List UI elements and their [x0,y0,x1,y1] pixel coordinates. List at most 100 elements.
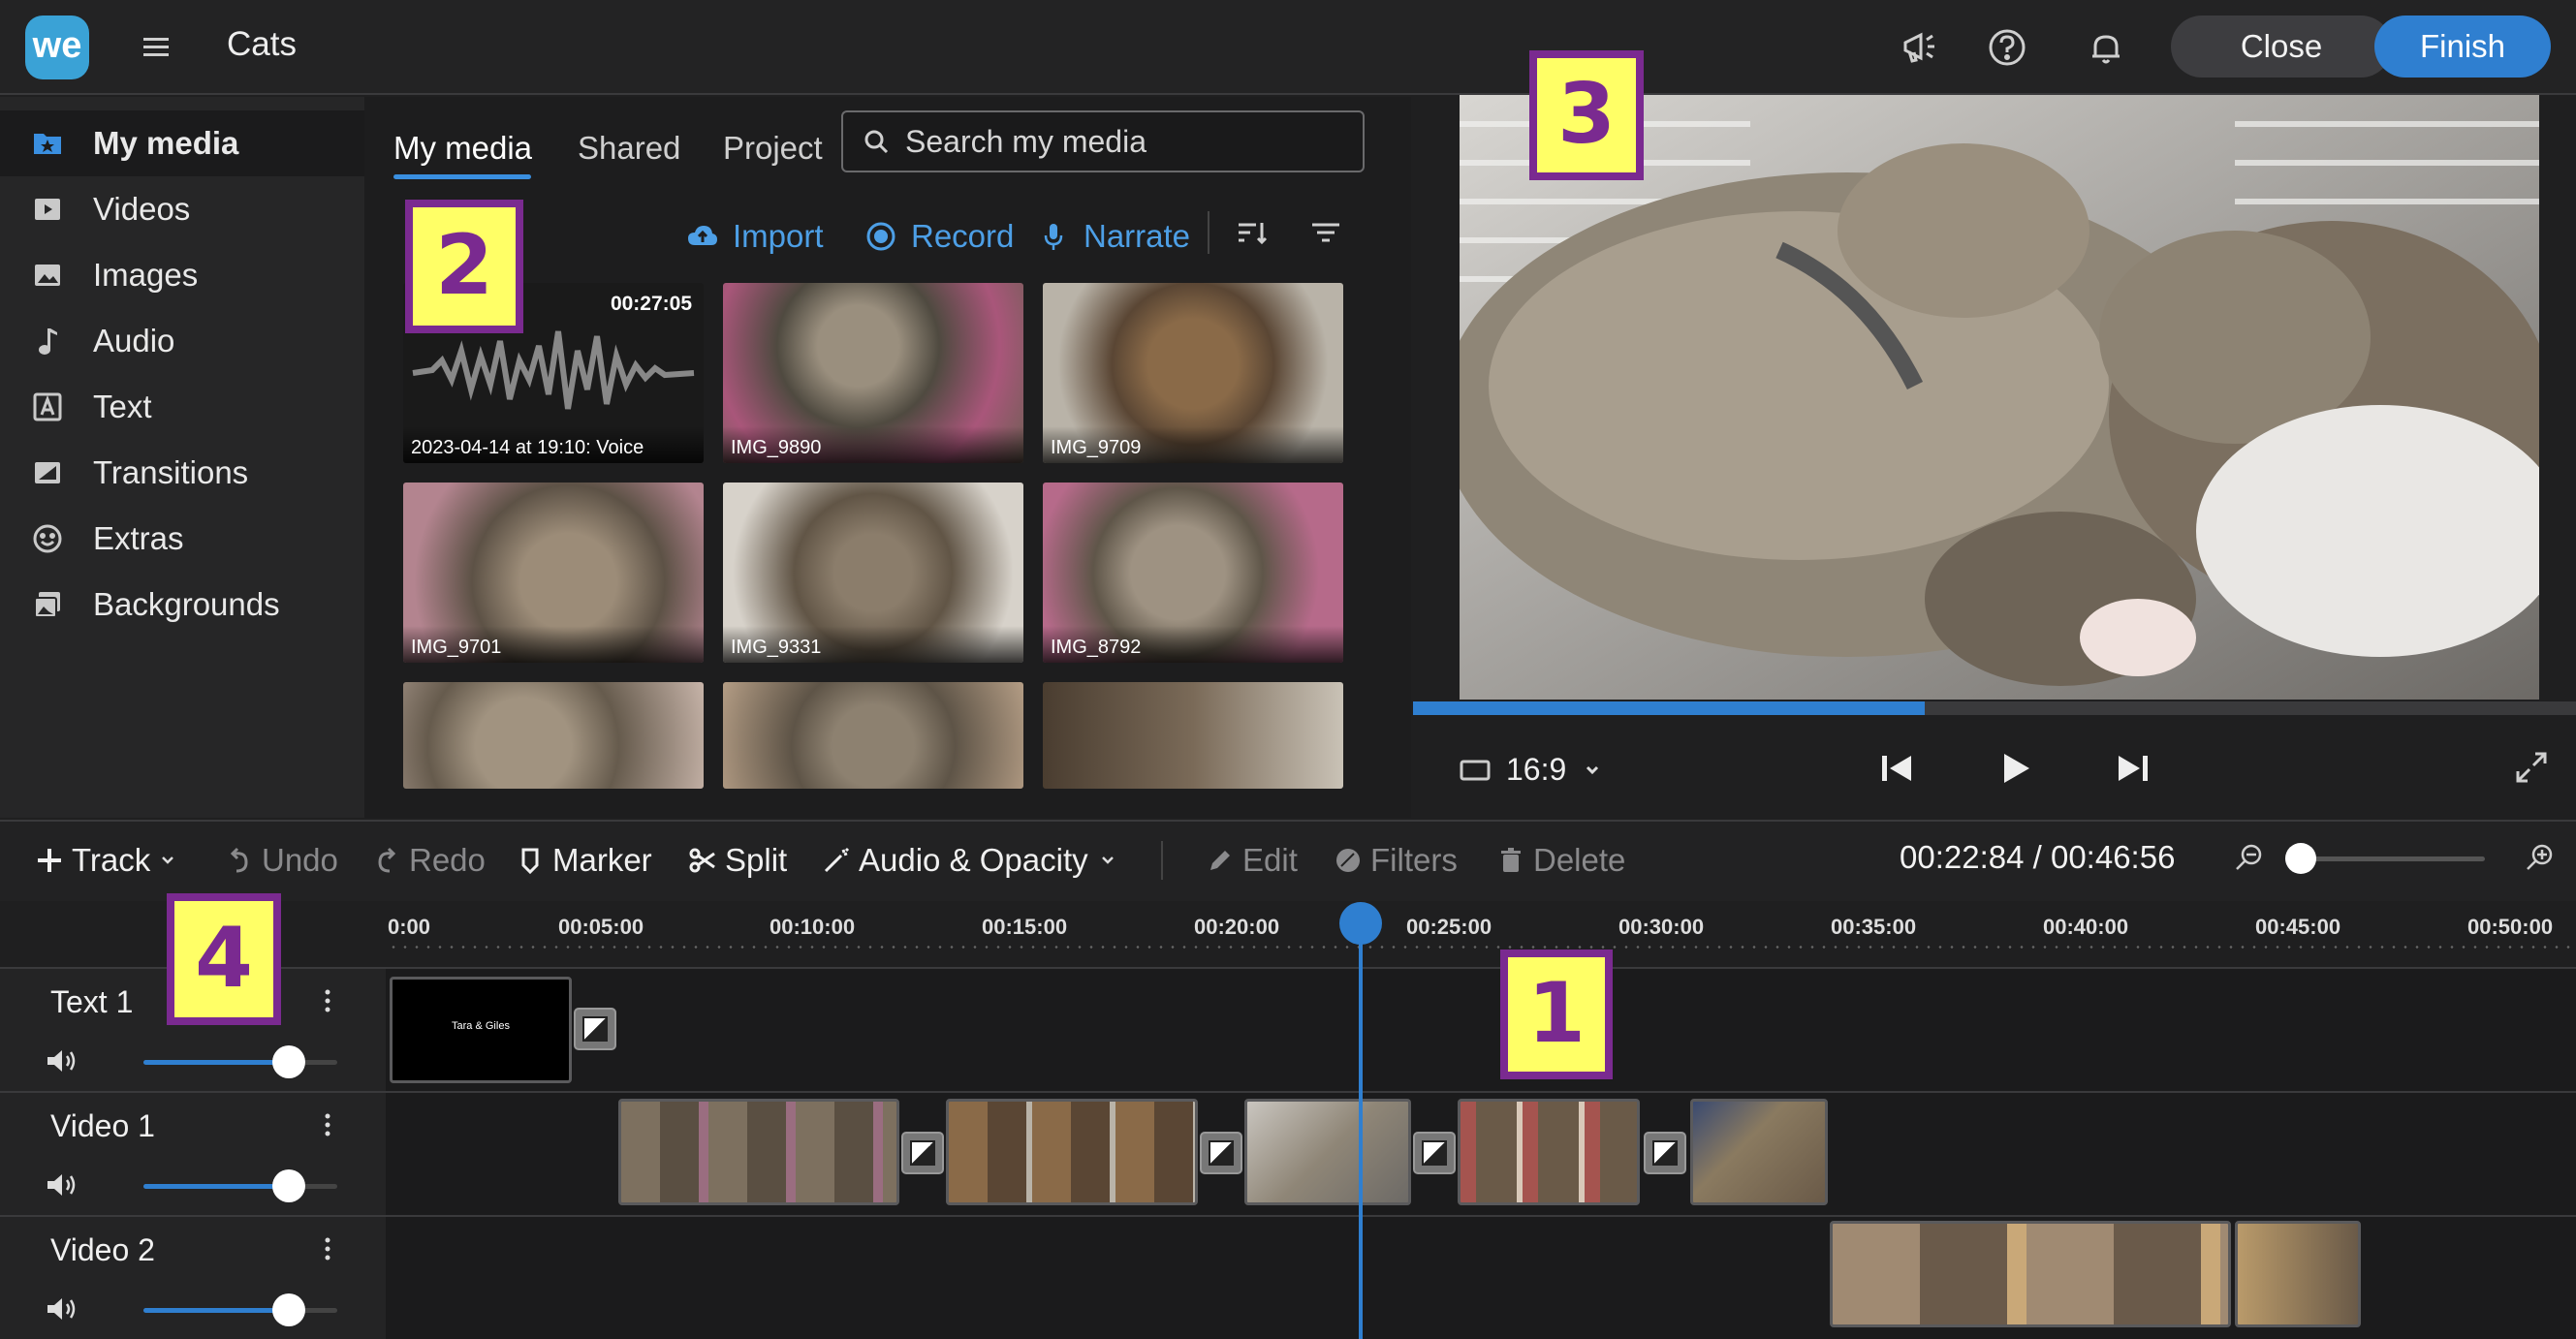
track-name[interactable]: Text 1 [50,984,133,1020]
tab-my-media[interactable]: My media [393,130,532,167]
undo-button[interactable]: Undo [225,839,338,882]
chevron-down-icon [160,853,175,868]
media-thumb-row3-2[interactable] [723,682,1023,789]
speaker-icon[interactable] [45,1294,79,1323]
video-clip[interactable] [946,1099,1198,1205]
video-clip[interactable] [1244,1099,1411,1205]
transition-marker[interactable] [574,1008,616,1050]
sidebar-item-extras[interactable]: Extras [0,506,364,572]
help-icon[interactable] [1985,25,2029,70]
sidebar-item-transitions[interactable]: Transitions [0,440,364,506]
track-name[interactable]: Video 1 [50,1108,155,1144]
sidebar-item-videos[interactable]: Videos [0,176,364,242]
record-label: Record [911,218,1015,254]
ruler-label: 0:00 [388,915,431,939]
sidebar-item-audio[interactable]: Audio [0,308,364,374]
speaker-icon[interactable] [45,1046,79,1075]
edit-button[interactable]: Edit [1206,839,1298,882]
ruler-label: 00:35:00 [1831,915,1917,939]
close-button[interactable]: Close [2171,16,2392,78]
fullscreen-icon[interactable] [2512,748,2551,787]
image-icon [31,259,64,292]
more-options-icon[interactable] [316,984,339,1017]
undo-label: Undo [262,842,338,878]
volume-knob[interactable] [272,1045,305,1078]
sidebar-item-my-media[interactable]: My media [0,110,364,176]
sidebar-item-images[interactable]: Images [0,242,364,308]
play-icon[interactable] [1993,746,2037,791]
megaphone-icon[interactable] [1898,25,1942,70]
video-clip[interactable] [2235,1221,2361,1327]
video-clip[interactable] [1690,1099,1828,1205]
app-logo[interactable]: we [25,16,89,79]
thumb-label: IMG_9890 [723,426,1023,463]
transition-marker[interactable] [1413,1132,1456,1174]
media-thumb-row3-1[interactable] [403,682,704,789]
delete-button[interactable]: Delete [1496,839,1625,882]
volume-slider[interactable] [143,1184,337,1189]
volume-slider[interactable] [143,1308,337,1313]
more-options-icon[interactable] [316,1108,339,1141]
preview-video-frame[interactable] [1460,95,2539,700]
narrate-button[interactable]: Narrate [1037,215,1190,258]
project-title[interactable]: Cats [227,25,297,64]
finish-button[interactable]: Finish [2374,16,2551,78]
video-clip[interactable] [1830,1221,2231,1327]
search-input[interactable] [905,123,1351,160]
transition-marker[interactable] [901,1132,944,1174]
track-lane-text1[interactable] [386,967,2576,1091]
menu-icon[interactable] [143,29,169,64]
volume-knob[interactable] [272,1169,305,1202]
media-thumb-img9709[interactable]: IMG_9709 [1043,283,1343,463]
video-clip[interactable] [1458,1099,1640,1205]
redo-label: Redo [409,842,486,878]
split-button[interactable]: Split [688,839,787,882]
transition-marker[interactable] [1644,1132,1686,1174]
volume-fill [143,1184,289,1189]
annotation-badge: 1 [1500,950,1613,1079]
filters-button[interactable]: Filters [1334,839,1458,882]
zoom-slider-knob[interactable] [2285,843,2316,874]
media-thumb-img9331[interactable]: IMG_9331 [723,483,1023,663]
add-track-button[interactable]: Track [35,839,175,882]
media-thumb-img9701[interactable]: IMG_9701 [403,483,704,663]
marker-button[interactable]: Marker [516,839,652,882]
volume-slider[interactable] [143,1060,337,1065]
tab-project[interactable]: Project [723,130,823,167]
thumb-duration: 00:27:05 [610,293,692,315]
speaker-icon[interactable] [45,1170,79,1199]
text-clip-label: Tara & Giles [452,1020,510,1032]
media-thumb-img9890[interactable]: IMG_9890 [723,283,1023,463]
bell-icon[interactable] [2084,25,2128,70]
preview-progress-bar[interactable] [1413,701,2576,715]
sidebar-item-backgrounds[interactable]: Backgrounds [0,572,364,638]
zoom-in-icon[interactable] [2524,841,2557,874]
aspect-ratio-label: 16:9 [1506,752,1567,787]
aspect-ratio-selector[interactable]: 16:9 [1460,752,1601,788]
thumb-label: IMG_9701 [403,626,704,663]
playhead-line[interactable] [1359,920,1363,1339]
text-clip[interactable]: Tara & Giles [390,977,572,1083]
playhead-handle[interactable] [1339,902,1382,945]
sort-icon[interactable] [1233,213,1272,252]
zoom-out-icon[interactable] [2233,841,2266,874]
transition-marker[interactable] [1200,1132,1242,1174]
record-button[interactable]: Record [864,215,1014,258]
track-name[interactable]: Video 2 [50,1232,155,1268]
more-options-icon[interactable] [316,1232,339,1265]
media-thumb-img8792[interactable]: IMG_8792 [1043,483,1343,663]
media-thumb-row3-3[interactable] [1043,682,1343,789]
volume-knob[interactable] [272,1293,305,1326]
tab-shared[interactable]: Shared [578,130,680,167]
video-clip[interactable] [618,1099,899,1205]
divider [1161,841,1163,880]
microphone-icon [1037,220,1070,253]
redo-button[interactable]: Redo [372,839,486,882]
import-button[interactable]: Import [686,215,824,258]
skip-forward-icon[interactable] [2111,746,2155,791]
sidebar-item-text[interactable]: Text [0,374,364,440]
zoom-slider[interactable] [2301,856,2485,861]
filter-icon[interactable] [1306,213,1345,252]
audio-opacity-button[interactable]: Audio & Opacity [822,839,1115,882]
skip-back-icon[interactable] [1874,746,1919,791]
